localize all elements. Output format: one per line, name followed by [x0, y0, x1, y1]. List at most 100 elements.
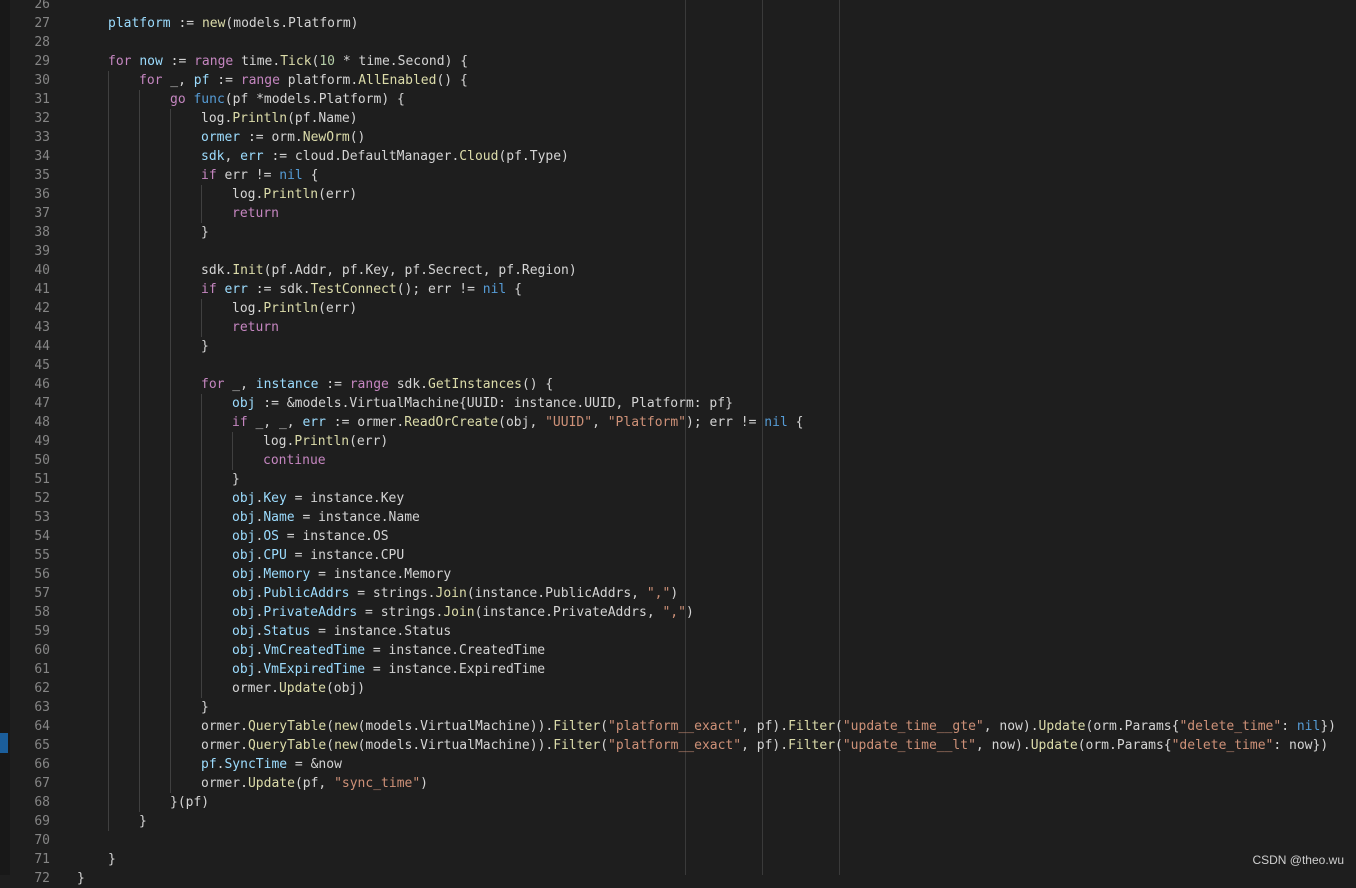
code-line[interactable]: 68 }(pf) — [0, 793, 1356, 812]
code-line[interactable]: 54 obj.OS = instance.OS — [0, 527, 1356, 546]
line-number: 57 — [34, 586, 50, 601]
code-line[interactable]: 53 obj.Name = instance.Name — [0, 508, 1356, 527]
code-token: SyncTime — [224, 757, 288, 772]
code-token: := cloud.DefaultManager. — [263, 149, 460, 164]
line-number: 46 — [34, 377, 50, 392]
code-line[interactable]: 72} — [0, 869, 1356, 888]
code-token: (models.VirtualMachine)). — [357, 738, 554, 753]
code-token: = strings. — [349, 586, 436, 601]
code-token: } — [232, 472, 240, 487]
code-line[interactable]: 26 — [0, 0, 1356, 14]
code-line[interactable]: 29 for now := range time.Tick(10 * time.S… — [0, 52, 1356, 71]
code-token: obj — [232, 567, 256, 582]
code-line[interactable]: 43 return — [0, 318, 1356, 337]
code-line[interactable]: 66 pf.SyncTime = &now — [0, 755, 1356, 774]
code-line[interactable]: 36 log.Println(err) — [0, 185, 1356, 204]
code-line[interactable]: 50 continue — [0, 451, 1356, 470]
code-token: if — [201, 168, 217, 183]
code-line[interactable]: 69} — [0, 812, 1356, 831]
code-token: log. — [201, 111, 233, 126]
code-token: Filter — [788, 738, 836, 753]
line-number: 52 — [34, 491, 50, 506]
code-line[interactable]: 49 log.Println(err) — [0, 432, 1356, 451]
code-token: , pf). — [741, 719, 789, 734]
code-token: sdk. — [201, 263, 233, 278]
code-token: ( — [600, 738, 609, 753]
code-text: } — [108, 850, 116, 869]
code-text: obj.Memory = instance.Memory — [232, 565, 451, 584]
code-text: obj.OS = instance.OS — [232, 527, 389, 546]
code-line[interactable]: 33 ormer := orm.NewOrm() — [0, 128, 1356, 147]
code-token: new — [201, 16, 226, 31]
code-token: 10 — [319, 54, 336, 69]
code-line[interactable]: 28 — [0, 33, 1356, 52]
code-line[interactable]: 61 obj.VmExpiredTime = instance.ExpiredTi… — [0, 660, 1356, 679]
code-line[interactable]: 31 go func(pf *models.Platform) { — [0, 90, 1356, 109]
code-line[interactable]: 34 sdk, err := cloud.DefaultManager.Cloud… — [0, 147, 1356, 166]
code-line[interactable]: 58 obj.PrivateAddrs = strings.Join(instan… — [0, 603, 1356, 622]
code-text: for _, instance := range sdk.GetInstance… — [201, 375, 553, 394]
code-line[interactable]: 64 ormer.QueryTable(new(models.VirtualMac… — [0, 717, 1356, 736]
code-line[interactable]: 46 for _, instance := range sdk.GetInstan… — [0, 375, 1356, 394]
code-token: = &now — [287, 757, 342, 772]
code-line[interactable]: 67 ormer.Update(pf, "sync_time") — [0, 774, 1356, 793]
code-line[interactable]: 52 obj.Key = instance.Key — [0, 489, 1356, 508]
line-number: 43 — [34, 320, 50, 335]
code-token: CPU — [263, 548, 287, 563]
code-text: sdk.Init(pf.Addr, pf.Key, pf.Secrect, pf… — [201, 261, 577, 280]
line-number: 34 — [34, 149, 50, 164]
code-line[interactable]: 35 if err != nil { — [0, 166, 1356, 185]
code-line[interactable]: 40 sdk.Init(pf.Addr, pf.Key, pf.Secrect, … — [0, 261, 1356, 280]
code-line[interactable]: 62 ormer.Update(obj) — [0, 679, 1356, 698]
code-line[interactable]: 41 if err := sdk.TestConnect(); err != ni… — [0, 280, 1356, 299]
code-line[interactable]: 71} — [0, 850, 1356, 869]
code-token: : now}) — [1273, 738, 1329, 753]
line-number: 28 — [34, 35, 50, 50]
code-line[interactable]: 38} — [0, 223, 1356, 242]
code-line[interactable]: 42 log.Println(err) — [0, 299, 1356, 318]
code-token: for — [201, 377, 225, 392]
code-token: } — [108, 852, 116, 867]
line-number: 55 — [34, 548, 50, 563]
code-token: go — [170, 92, 186, 107]
code-line[interactable]: 45 — [0, 356, 1356, 375]
line-number: 47 — [34, 396, 50, 411]
code-token: , — [224, 149, 241, 164]
code-line[interactable]: 32 log.Println(pf.Name) — [0, 109, 1356, 128]
code-line[interactable]: 39 — [0, 242, 1356, 261]
code-line[interactable]: 56 obj.Memory = instance.Memory — [0, 565, 1356, 584]
code-line[interactable]: 60 obj.VmCreatedTime = instance.CreatedTi… — [0, 641, 1356, 660]
line-number: 68 — [34, 795, 50, 810]
code-text: ormer := orm.NewOrm() — [201, 128, 365, 147]
code-token: Join — [435, 586, 467, 601]
code-text: log.Println(err) — [263, 432, 388, 451]
code-line[interactable]: 63} — [0, 698, 1356, 717]
code-line[interactable]: 37 return — [0, 204, 1356, 223]
code-token: , now). — [975, 738, 1031, 753]
code-token: ReadOrCreate — [404, 415, 499, 430]
code-token: Update — [247, 776, 295, 791]
code-line[interactable]: 30 for _, pf := range platform.AllEnabled… — [0, 71, 1356, 90]
code-token: PublicAddrs — [263, 586, 350, 601]
code-line[interactable]: 70 — [0, 831, 1356, 850]
code-token: Memory — [263, 567, 311, 582]
code-token: ( — [326, 738, 335, 753]
code-text: } — [77, 869, 85, 888]
code-token: Println — [263, 187, 319, 202]
code-line[interactable]: 47 obj := &models.VirtualMachine{UUID: in… — [0, 394, 1356, 413]
code-editor[interactable]: 26 27 platform := new(models.Platform) 28 29… — [0, 0, 1356, 886]
code-line[interactable]: 55 obj.CPU = instance.CPU — [0, 546, 1356, 565]
code-line[interactable]: 27 platform := new(models.Platform) — [0, 14, 1356, 33]
code-line[interactable]: 57 obj.PublicAddrs = strings.Join(instanc… — [0, 584, 1356, 603]
code-line[interactable]: 65 ormer.QueryTable(new(models.VirtualMac… — [0, 736, 1356, 755]
code-line[interactable]: 44} — [0, 337, 1356, 356]
line-number: 54 — [34, 529, 50, 544]
line-number: 45 — [34, 358, 50, 373]
code-line[interactable]: 59 obj.Status = instance.Status — [0, 622, 1356, 641]
code-line[interactable]: 48 if _, _, err := ormer.ReadOrCreate(obj… — [0, 413, 1356, 432]
code-token: }(pf) — [170, 795, 210, 810]
code-token: platform — [108, 16, 171, 31]
code-token: if — [232, 415, 248, 430]
code-token: { — [787, 415, 804, 430]
code-line[interactable]: 51} — [0, 470, 1356, 489]
